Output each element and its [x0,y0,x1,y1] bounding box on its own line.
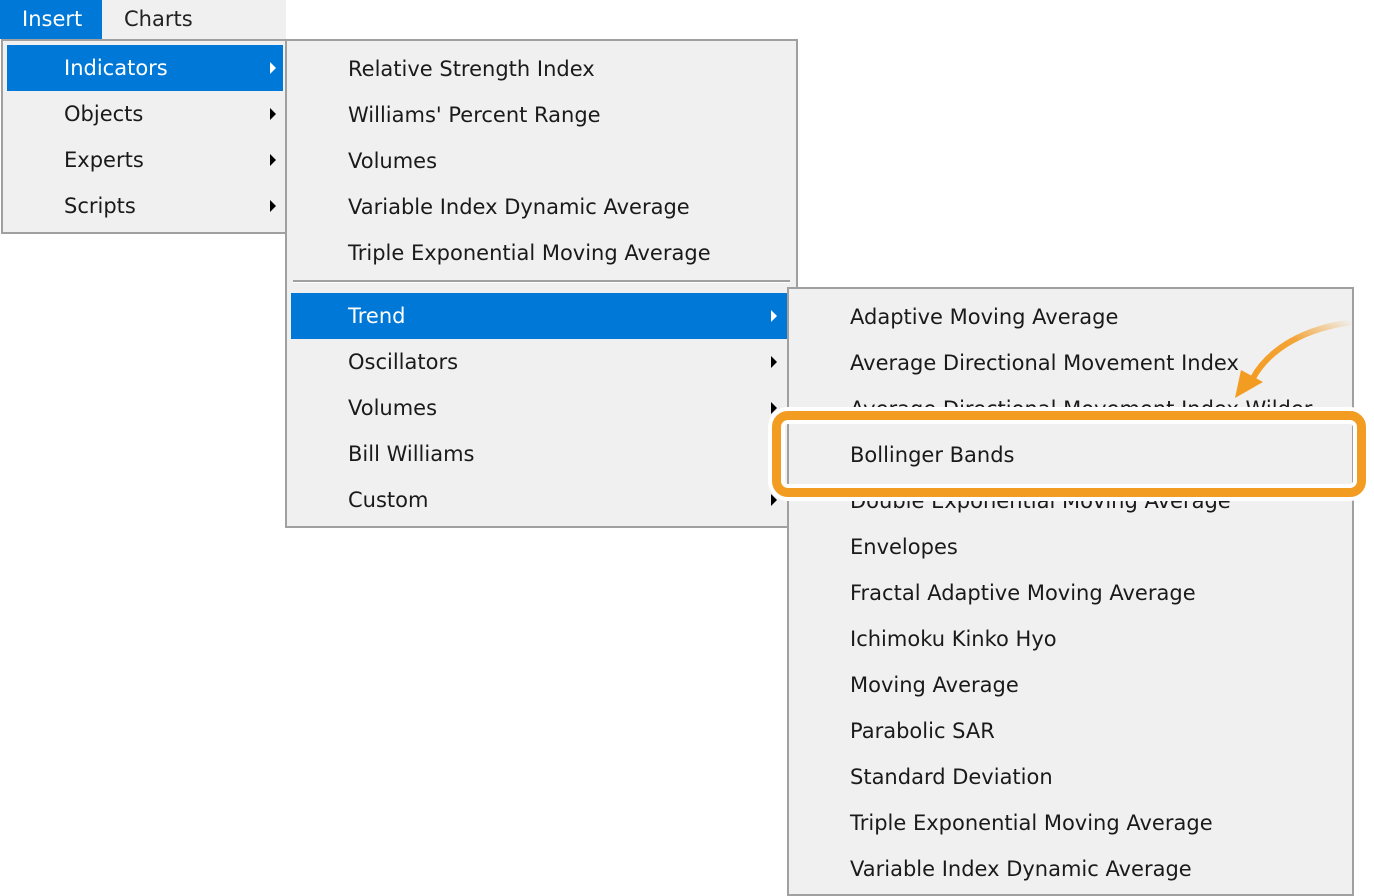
recent-indicator-item[interactable]: Variable Index Dynamic Average [291,184,792,230]
trend-item[interactable]: Ichimoku Kinko Hyo [793,616,1348,662]
trend-item[interactable]: Triple Exponential Moving Average [793,800,1348,846]
menu-item-oscillators[interactable]: Oscillators [291,339,792,385]
menu-item-label: Triple Exponential Moving Average [348,241,711,265]
annotation-arrow-icon [1235,319,1355,398]
menu-item-label: Variable Index Dynamic Average [850,857,1192,881]
trend-item[interactable]: Moving Average [793,662,1348,708]
menu-item-label: Oscillators [348,350,459,374]
trend-item[interactable]: Fractal Adaptive Moving Average [793,570,1348,616]
recent-indicator-item[interactable]: Relative Strength Index [291,46,792,92]
menu-item-label: Williams' Percent Range [348,103,601,127]
submenu-arrow-icon [270,108,276,120]
menu-item-label: Triple Exponential Moving Average [850,811,1213,835]
menu-item-label: Experts [64,148,144,172]
menu-item-label: Average Directional Movement Index [850,351,1239,375]
menu-item-label: Variable Index Dynamic Average [348,195,690,219]
menu-item-label: Envelopes [850,535,958,559]
menu-item-label: Fractal Adaptive Moving Average [850,581,1196,605]
trend-item[interactable]: Standard Deviation [793,754,1348,800]
menubar-charts[interactable]: Charts [102,0,212,39]
menu-separator [293,280,790,283]
menu-item-label: Moving Average [850,673,1019,697]
menu-item-bill-williams[interactable]: Bill Williams [291,431,792,477]
menu-item-label: Relative Strength Index [348,57,595,81]
menubar: Insert Charts [0,0,286,39]
menu-item-label: Volumes [348,396,438,420]
menubar-charts-label: Charts [124,7,193,31]
menu-item-label: Parabolic SAR [850,719,995,743]
annotation-highlight-box [772,411,1366,497]
submenu-arrow-icon [270,154,276,166]
menubar-insert[interactable]: Insert [0,0,102,39]
recent-indicator-item[interactable]: Triple Exponential Moving Average [291,230,792,276]
submenu-arrow-icon [771,402,777,414]
menu-item-objects[interactable]: Objects [7,91,283,137]
submenu-arrow-icon [771,356,777,368]
menu-item-label: Objects [64,102,144,126]
insert-menu: Indicators Objects Experts Scripts [1,39,287,234]
submenu-arrow-icon [771,494,777,506]
menubar-insert-label: Insert [22,7,83,31]
indicators-menu: Relative Strength Index Williams' Percen… [285,39,798,528]
trend-item[interactable]: Parabolic SAR [793,708,1348,754]
menu-item-label: Custom [348,488,429,512]
recent-indicator-item[interactable]: Volumes [291,138,792,184]
submenu-arrow-icon [771,310,777,322]
menu-item-label: Standard Deviation [850,765,1053,789]
menu-item-trend[interactable]: Trend [291,293,792,339]
menu-item-volumes[interactable]: Volumes [291,385,792,431]
menu-item-label: Bill Williams [348,442,475,466]
menu-item-experts[interactable]: Experts [7,137,283,183]
trend-item[interactable]: Envelopes [793,524,1348,570]
trend-item[interactable]: Variable Index Dynamic Average [793,846,1348,892]
menu-item-label: Adaptive Moving Average [850,305,1119,329]
menu-item-indicators[interactable]: Indicators [7,45,283,91]
menu-item-label: Ichimoku Kinko Hyo [850,627,1057,651]
menu-item-label: Trend [348,304,406,328]
menu-item-scripts[interactable]: Scripts [7,183,283,229]
menu-item-custom[interactable]: Custom [291,477,792,523]
submenu-arrow-icon [270,200,276,212]
menu-item-label: Indicators [64,56,168,80]
recent-indicator-item[interactable]: Williams' Percent Range [291,92,792,138]
menu-item-label: Volumes [348,149,438,173]
menu-item-label: Scripts [64,194,136,218]
submenu-arrow-icon [270,62,276,74]
